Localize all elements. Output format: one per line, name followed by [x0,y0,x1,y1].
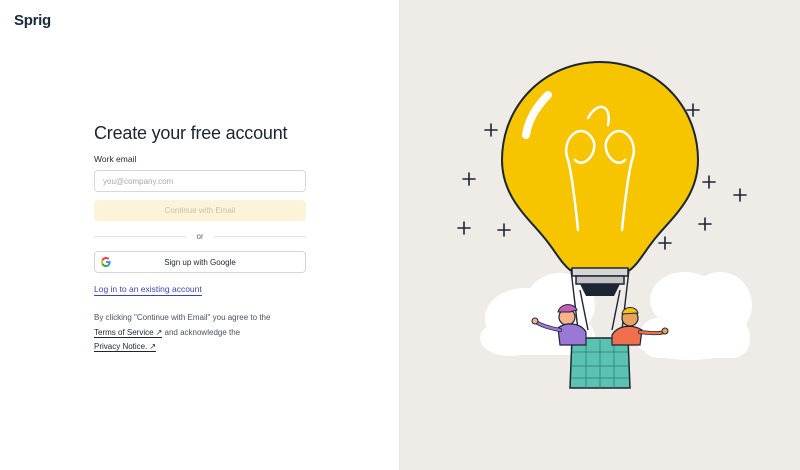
legal-middle: and acknowledge the [164,327,241,337]
legal-text: By clicking "Continue with Email" you ag… [94,311,306,355]
divider-text: or [196,231,204,241]
email-field[interactable] [94,170,306,192]
terms-of-service-link[interactable]: Terms of Service ↗ [94,327,163,338]
lightbulb-balloon-illustration [457,60,752,389]
sprig-logo[interactable]: Sprig [14,12,51,29]
legal-prefix: By clicking "Continue with Email" you ag… [94,313,271,322]
cloud-right [635,272,752,360]
login-existing-account-link[interactable]: Log in to an existing account [94,284,202,296]
continue-with-email-button[interactable]: Continue with Email [94,200,306,221]
illustration-panel [400,0,800,470]
signup-page: Sprig Create your free account Work emai… [0,0,800,470]
privacy-notice-link[interactable]: Privacy Notice. ↗ [94,342,157,352]
page-title: Create your free account [94,123,288,143]
signup-panel: Sprig Create your free account Work emai… [0,0,400,470]
google-icon [101,257,111,267]
arrow-up-right-icon: ↗ [155,327,163,337]
lightbulb-icon [500,60,700,296]
arrow-up-right-icon: ↗ [149,342,157,351]
divider-line-left [94,235,187,237]
google-signup-button[interactable]: Sign up with Google [94,251,306,273]
google-button-label: Sign up with Google [164,257,236,267]
or-divider: or [94,230,306,242]
signup-form: Create your free account Work email Cont… [94,123,306,355]
terms-label: Terms of Service [94,327,154,337]
divider-line-right [213,235,306,237]
email-label: Work email [94,154,137,164]
privacy-label: Privacy Notice. [94,342,148,351]
